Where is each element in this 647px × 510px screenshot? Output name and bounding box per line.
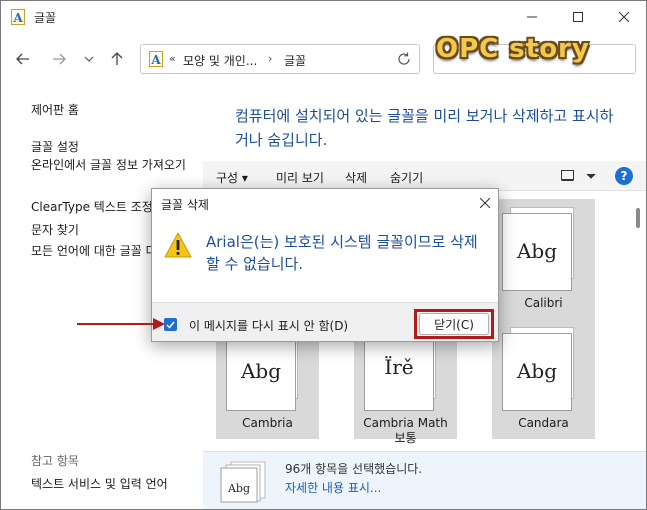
page-description: 컴퓨터에 설치되어 있는 글꼴을 미리 보거나 삭제하고 표시하거나 숨깁니다. <box>235 107 614 149</box>
dialog-title: 글꼴 삭제 <box>161 198 209 212</box>
command-toolbar: 구성 ▾ 미리 보기 삭제 숨기기 ? <box>203 161 646 191</box>
forward-button[interactable] <box>49 49 69 69</box>
delete-font-dialog: 글꼴 삭제 Arial은(는) 보호된 시스템 글꼴이므로 삭제할 수 없습니다… <box>151 188 499 342</box>
breadcrumb-fonts[interactable]: 글꼴 <box>284 52 306 69</box>
up-button[interactable] <box>107 49 127 69</box>
dialog-message: Arial은(는) 보호된 시스템 글꼴이므로 삭제할 수 없습니다. <box>206 233 478 273</box>
view-options-icon[interactable] <box>561 170 575 182</box>
refresh-icon <box>398 52 410 65</box>
delete-button[interactable]: 삭제 <box>345 169 367 186</box>
refresh-button[interactable] <box>395 50 413 68</box>
preview-button[interactable]: 미리 보기 <box>276 169 324 186</box>
sidebar-font-settings[interactable]: 글꼴 설정 <box>31 138 79 155</box>
sidebar-control-panel-home[interactable]: 제어판 홈 <box>31 101 79 118</box>
back-arrow-icon <box>16 53 29 65</box>
warning-icon <box>164 232 192 258</box>
minimize-icon <box>527 16 537 18</box>
fonts-folder-icon: A <box>149 51 163 67</box>
fonts-folder-icon: A <box>11 9 25 25</box>
organize-menu[interactable]: 구성 ▾ <box>216 169 248 186</box>
font-name: Candara <box>518 416 569 430</box>
font-stack-thumbnail: Abg <box>220 461 266 503</box>
selection-count: 96개 항목을 선택했습니다. <box>285 462 423 476</box>
font-name: Calibri <box>524 296 563 310</box>
window-title: 글꼴 <box>34 11 57 25</box>
title-bar: A 글꼴 <box>1 1 646 33</box>
font-name: Cambria <box>242 416 293 430</box>
close-icon <box>619 12 629 22</box>
sidebar-get-font-info-online[interactable]: 온라인에서 글꼴 정보 가져오기 <box>31 158 201 173</box>
recent-locations-button[interactable] <box>79 49 99 69</box>
checkmark-icon <box>166 321 175 329</box>
dont-show-again-label[interactable]: 이 메시지를 다시 표시 안 함(D) <box>189 317 348 334</box>
annotation-arrow <box>77 318 165 330</box>
font-name: Cambria Math 보통 <box>363 416 448 445</box>
font-sample: Abg <box>516 239 558 263</box>
hide-button[interactable]: 숨기기 <box>390 169 423 186</box>
fonts-window: A 글꼴 A « 모양 및 개인... › 글꼴 OPC story 제어판 홈… <box>0 0 647 510</box>
up-arrow-icon <box>111 52 123 65</box>
chevron-down-icon <box>84 56 94 62</box>
svg-text:A: A <box>150 53 161 67</box>
view-dropdown-icon[interactable] <box>586 173 596 180</box>
maximize-icon <box>573 12 583 22</box>
breadcrumb-overflow[interactable]: « <box>169 52 176 65</box>
details-pane: Abg 96개 항목을 선택했습니다. 자세한 내용 표시... <box>203 451 646 509</box>
thumbnail-sample: Abg <box>227 482 250 495</box>
dialog-close-button[interactable] <box>477 195 493 211</box>
annotation-highlight-box <box>414 309 494 339</box>
font-sample: Ïrě <box>384 355 414 379</box>
font-tile-calibri[interactable]: Abg Calibri <box>492 199 595 319</box>
sidebar-text-services[interactable]: 텍스트 서비스 및 입력 언어 <box>31 475 168 492</box>
maximize-button[interactable] <box>555 1 601 33</box>
font-sample: Abg <box>240 359 282 383</box>
close-icon <box>480 198 490 208</box>
font-sample: Abg <box>516 359 558 383</box>
minimize-button[interactable] <box>509 1 555 33</box>
svg-text:A: A <box>12 11 23 25</box>
breadcrumb-appearance[interactable]: 모양 및 개인... <box>183 52 257 69</box>
back-button[interactable] <box>13 49 33 69</box>
scrollbar-thumb[interactable] <box>636 208 640 228</box>
dialog-footer: 이 메시지를 다시 표시 안 함(D) 닫기(C) <box>152 302 498 341</box>
sidebar-cleartype[interactable]: ClearType 텍스트 조정 <box>31 198 153 215</box>
breadcrumb-separator: › <box>268 52 273 65</box>
window-close-button[interactable] <box>601 1 646 33</box>
see-also-heading: 참고 항목 <box>31 454 79 468</box>
forward-arrow-icon <box>53 53 66 65</box>
help-button[interactable]: ? <box>615 167 633 185</box>
show-details-link[interactable]: 자세한 내용 표시... <box>285 479 381 496</box>
font-tile-candara[interactable]: Abg Candara <box>492 319 595 439</box>
address-bar[interactable]: A « 모양 및 개인... › 글꼴 <box>140 44 420 74</box>
watermark-logo: OPC story <box>436 34 590 64</box>
sidebar-find-character[interactable]: 문자 찾기 <box>31 221 79 238</box>
